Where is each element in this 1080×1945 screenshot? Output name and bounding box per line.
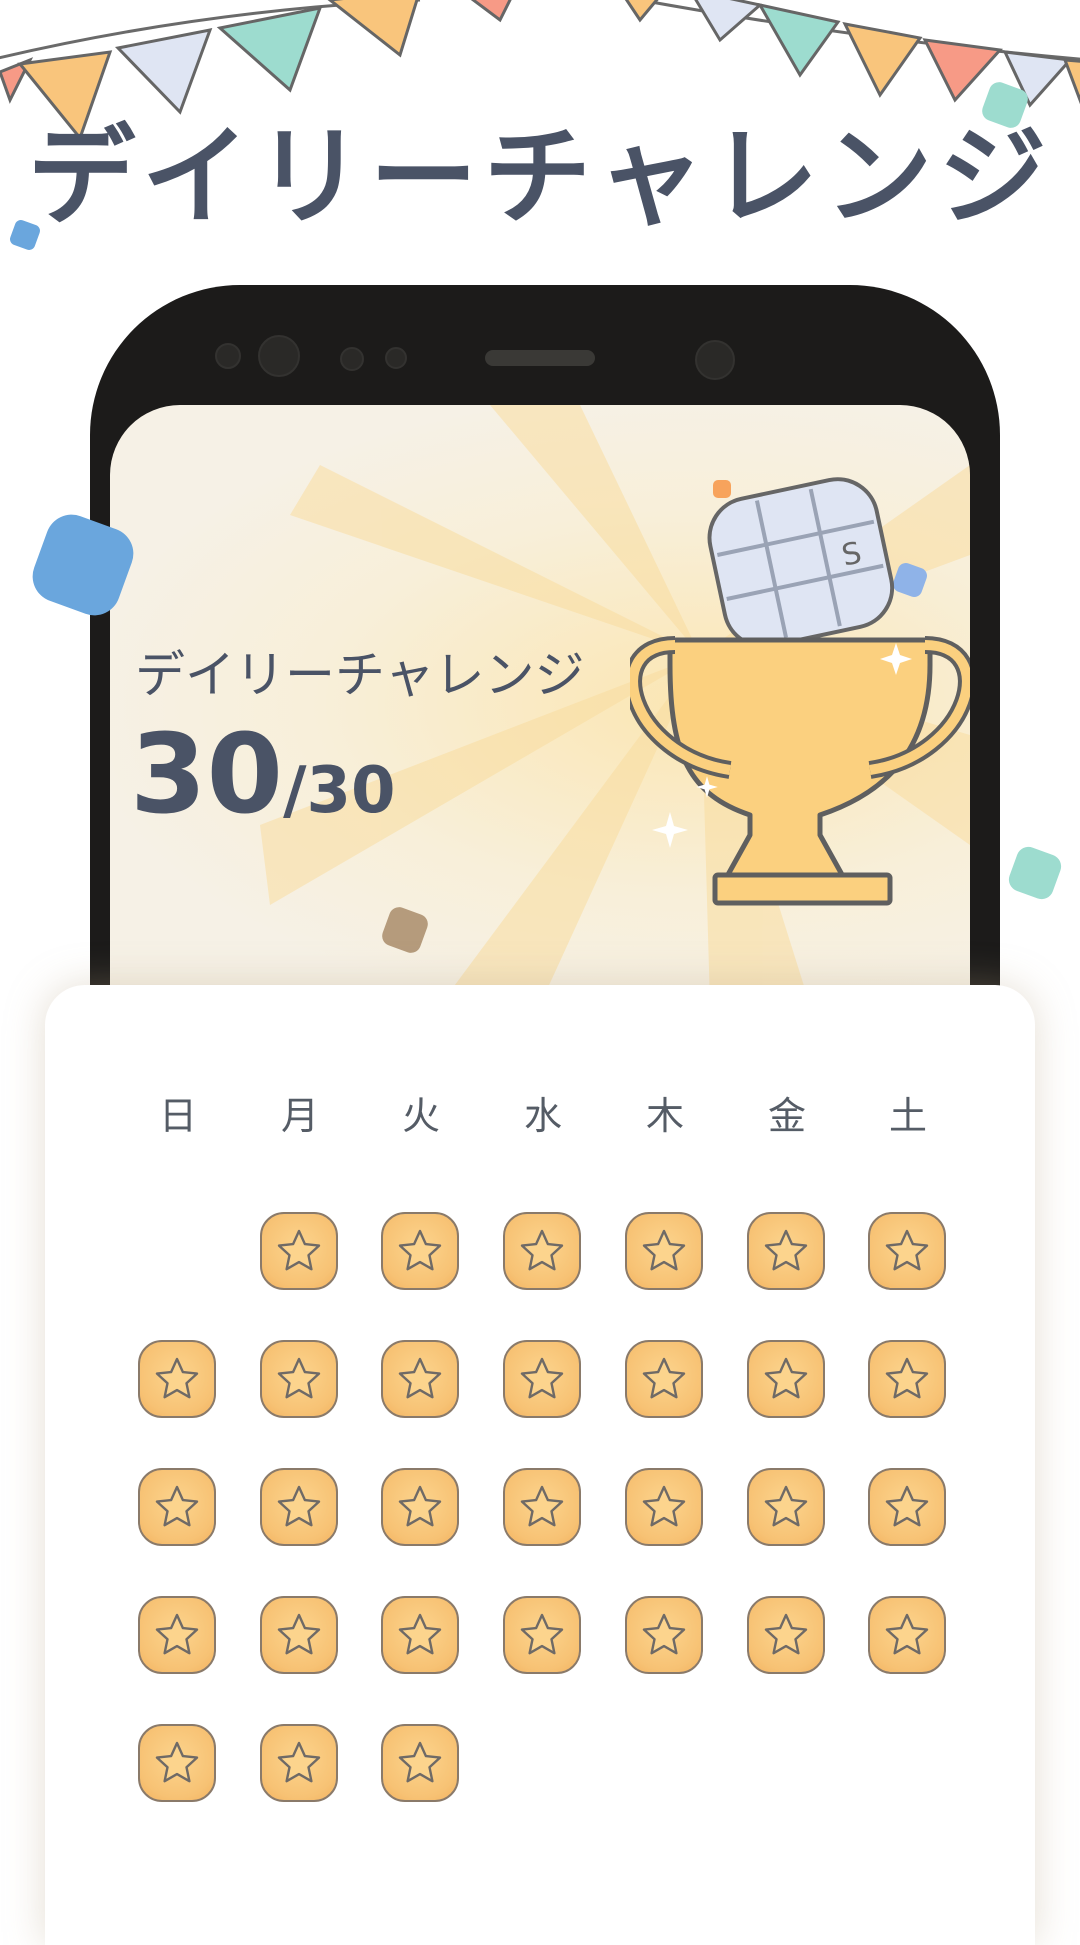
star-stamp-icon <box>625 1212 703 1290</box>
weekday-label: 金 <box>767 1094 806 1138</box>
phone-speaker <box>485 350 595 366</box>
calendar-day-stamp[interactable] <box>868 1340 948 1420</box>
star-stamp-icon <box>260 1468 338 1546</box>
calendar-day-stamp[interactable] <box>381 1212 461 1292</box>
star-stamp-icon <box>260 1724 338 1802</box>
calendar-day-stamp[interactable] <box>138 1340 218 1420</box>
calendar-day-stamp[interactable] <box>503 1596 583 1676</box>
star-stamp-icon <box>381 1724 459 1802</box>
phone-screen: デイリーチャレンジ 30/30 S <box>110 405 970 1005</box>
calendar-day-stamp[interactable] <box>868 1596 948 1676</box>
star-stamp-icon <box>260 1212 338 1290</box>
calendar-day-stamp[interactable] <box>503 1468 583 1548</box>
front-camera <box>215 343 241 369</box>
star-stamp-icon <box>747 1212 825 1290</box>
star-stamp-icon <box>868 1212 946 1290</box>
calendar-day-stamp[interactable] <box>747 1212 827 1292</box>
star-stamp-icon <box>138 1596 216 1674</box>
star-stamp-icon <box>138 1724 216 1802</box>
score-value: 30 <box>130 710 284 838</box>
calendar-day-stamp[interactable] <box>260 1468 340 1548</box>
star-stamp-icon <box>868 1468 946 1546</box>
weekday-label: 月 <box>280 1094 319 1138</box>
front-camera <box>258 335 300 377</box>
calendar-day-stamp[interactable] <box>381 1468 461 1548</box>
star-stamp-icon <box>260 1340 338 1418</box>
weekday-label: 日 <box>158 1094 197 1138</box>
confetti-piece <box>1005 843 1065 903</box>
calendar-day-stamp[interactable] <box>381 1340 461 1420</box>
sensor-dot <box>340 347 364 371</box>
star-stamp-icon <box>625 1340 703 1418</box>
calendar-day-stamp[interactable] <box>868 1468 948 1548</box>
weekday-label: 火 <box>401 1094 440 1138</box>
calendar-day-stamp[interactable] <box>503 1212 583 1292</box>
sensor-dot <box>385 347 407 369</box>
star-stamp-icon <box>138 1468 216 1546</box>
star-stamp-icon <box>625 1596 703 1674</box>
star-stamp-icon <box>381 1468 459 1546</box>
calendar-day-stamp[interactable] <box>260 1212 340 1292</box>
calendar-day-stamp[interactable] <box>260 1596 340 1676</box>
score-total: /30 <box>283 754 396 828</box>
calendar-day-stamp[interactable] <box>381 1724 461 1804</box>
calendar-day-stamp[interactable] <box>747 1468 827 1548</box>
star-stamp-icon <box>747 1596 825 1674</box>
calendar-day-stamp[interactable] <box>625 1468 705 1548</box>
calendar-day-stamp[interactable] <box>868 1212 948 1292</box>
calendar-day-stamp[interactable] <box>260 1724 340 1804</box>
star-stamp-icon <box>381 1596 459 1674</box>
sparkle-icon <box>696 776 718 798</box>
star-stamp-icon <box>381 1340 459 1418</box>
calendar-day-stamp[interactable] <box>625 1212 705 1292</box>
calendar-day-stamp[interactable] <box>503 1340 583 1420</box>
star-stamp-icon <box>260 1596 338 1674</box>
sensor-dot <box>695 340 735 380</box>
star-stamp-icon <box>503 1212 581 1290</box>
sparkle-icon <box>652 812 688 848</box>
weekday-label: 木 <box>645 1094 684 1138</box>
challenge-label: デイリーチャレンジ <box>135 646 585 704</box>
trophy-icon: S <box>630 477 970 906</box>
puzzle-card-icon: S <box>707 477 895 649</box>
calendar-day-stamp[interactable] <box>747 1596 827 1676</box>
calendar-day-stamp[interactable] <box>625 1340 705 1420</box>
star-stamp-icon <box>503 1596 581 1674</box>
weekday-label: 土 <box>888 1094 927 1138</box>
star-stamp-icon <box>381 1212 459 1290</box>
calendar-day-stamp[interactable] <box>625 1596 705 1676</box>
calendar-day-stamp[interactable] <box>138 1468 218 1548</box>
page-title: デイリーチャレンジ <box>27 115 1053 240</box>
star-stamp-icon <box>868 1596 946 1674</box>
star-stamp-icon <box>868 1340 946 1418</box>
star-stamp-icon <box>503 1340 581 1418</box>
star-stamp-icon <box>625 1468 703 1546</box>
star-stamp-icon <box>747 1468 825 1546</box>
star-stamp-icon <box>747 1340 825 1418</box>
star-stamp-icon <box>503 1468 581 1546</box>
calendar-day-stamp[interactable] <box>138 1596 218 1676</box>
calendar-day-stamp[interactable] <box>138 1724 218 1804</box>
challenge-score: 30/30 <box>130 710 396 838</box>
weekday-label: 水 <box>523 1094 562 1138</box>
calendar-day-stamp[interactable] <box>747 1340 827 1420</box>
calendar-day-stamp[interactable] <box>381 1596 461 1676</box>
phone-frame: デイリーチャレンジ 30/30 S <box>90 285 1000 1005</box>
calendar-day-stamp[interactable] <box>260 1340 340 1420</box>
calendar-card: 日月火水木金土 <box>45 985 1035 1945</box>
star-stamp-icon <box>138 1340 216 1418</box>
